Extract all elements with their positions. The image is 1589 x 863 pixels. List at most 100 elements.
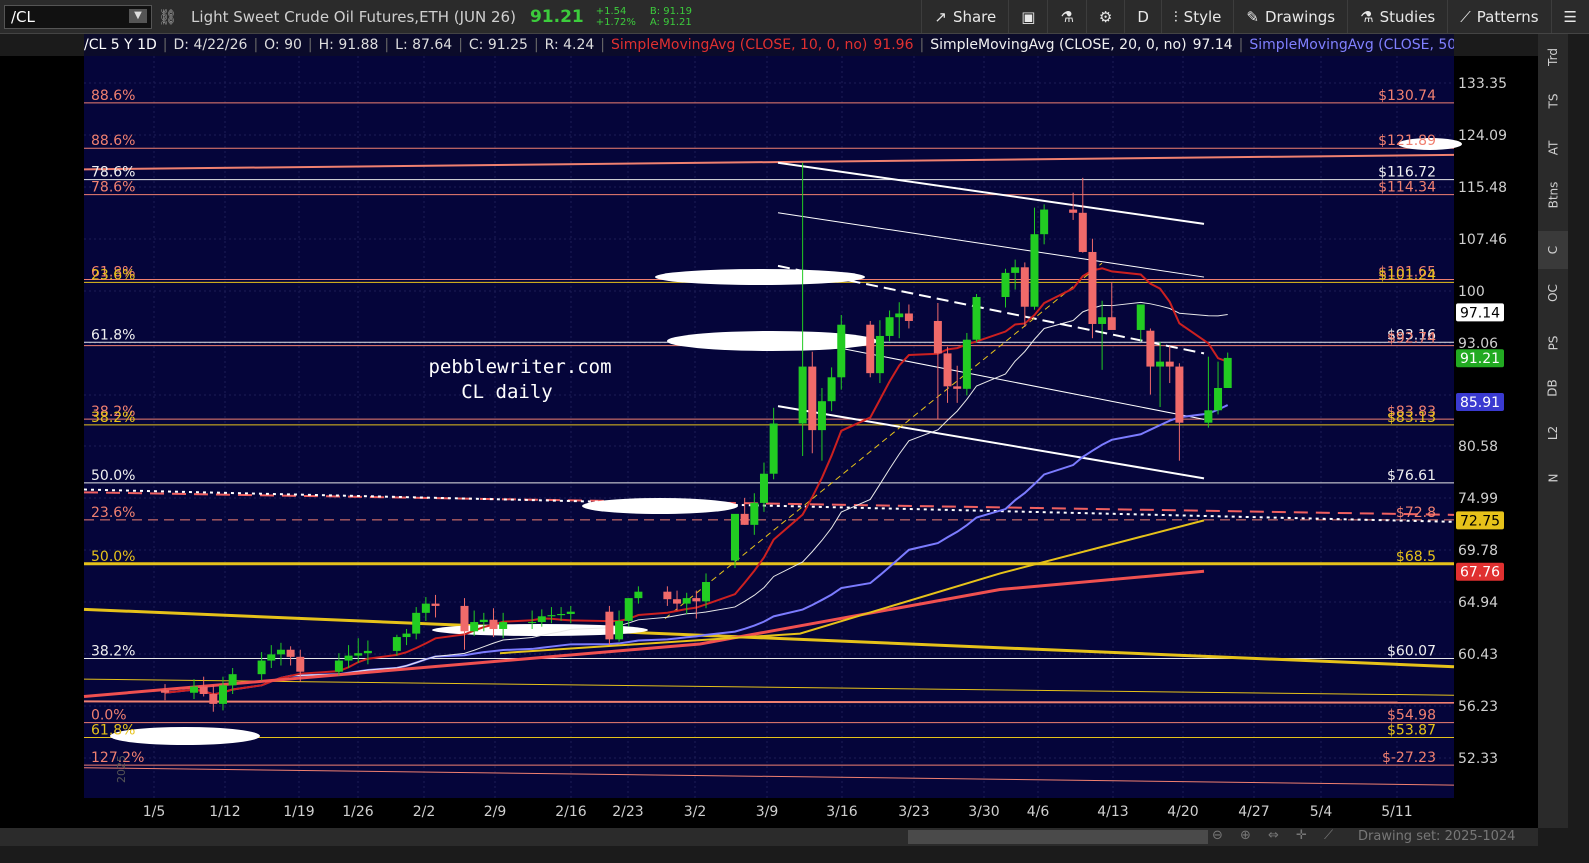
drawings-label: Drawings [1264,7,1336,26]
price-level-label: $101.24 [1378,267,1436,283]
candle-body [209,693,218,704]
studies-button[interactable]: ⚗ Studies [1347,0,1447,33]
sma20-value: 97.14 [1192,37,1233,53]
y-tick-label: 133.35 [1458,76,1507,92]
settings-button[interactable]: ⚙ [1085,0,1124,33]
right-tab-trd[interactable]: Trd [1538,38,1568,76]
right-tab-n[interactable]: N [1538,459,1568,497]
price-level-label: $72.8 [1396,505,1436,521]
candle-body [808,366,817,431]
x-tick-label: 1/19 [283,804,314,820]
candle-body [1088,251,1097,324]
price-badge-label: 97.14 [1460,305,1500,321]
candle-body [731,513,739,561]
menu-button[interactable]: ☰ [1550,0,1589,33]
candle-body [615,620,624,640]
crosshair-icon[interactable]: ✛ [1296,828,1307,843]
right-tab-label: AT [1545,140,1560,156]
candle-body [460,605,469,632]
flask-icon: ⚗ [1360,7,1374,26]
y-tick-label: 56.23 [1458,699,1498,715]
x-tick-label: 3/16 [826,804,858,820]
style-button[interactable]: ⫶ Style [1160,0,1233,33]
x-tick-label: 1/26 [342,804,374,820]
camera-icon: ▣ [1021,7,1036,26]
candle-body [199,686,208,694]
candle-body [962,339,971,389]
bid-value: B: 91.19 [649,5,692,17]
right-tab-btns[interactable]: Btns [1538,176,1568,214]
symbol-input[interactable]: /CL ▼ [4,4,152,29]
right-tab-at[interactable]: AT [1538,129,1568,167]
right-tab-label: N [1545,473,1560,483]
price-badge-label: 91.21 [1460,351,1500,367]
x-tick-label: 3/23 [898,804,929,820]
fib-percent-label: 61.8% [91,327,135,343]
y-axis: 133.35124.09115.48107.4610093.0680.5874.… [1456,76,1507,767]
flask-button[interactable]: ⚗ [1047,0,1085,33]
candle-body [692,598,701,602]
candle-body [663,591,672,600]
share-label: Share [952,7,997,26]
scroll-thumb[interactable] [908,830,1208,844]
candle-body [267,654,276,661]
price-level-label: $-27.23 [1382,750,1436,766]
candle-body [972,296,981,340]
right-tab-ps[interactable]: PS [1538,324,1568,362]
y-tick-label: 124.09 [1458,128,1507,144]
patterns-icon: ⟋ [1460,7,1471,26]
sma50-label[interactable]: SimpleMovingAvg (CLOSE, 50, 0, no) [1249,37,1454,53]
patterns-label: Patterns [1476,7,1539,26]
y-tick-label: 64.94 [1458,595,1498,611]
studies-label: Studies [1379,7,1436,26]
bid-ask: B: 91.19 A: 91.21 [650,6,692,28]
symbol-text: /CL [11,7,35,26]
candle-body [276,649,285,655]
zoom-in-icon[interactable]: ⊕ [1240,828,1251,843]
x-tick-label: 4/20 [1167,804,1198,820]
right-tab-l2[interactable]: L2 [1538,414,1568,452]
candle-body [547,615,556,617]
toolbar: /CL ▼ ⛓ Light Sweet Crude Oil Futures,ET… [0,0,1589,34]
candle-body [566,611,575,614]
y-tick-label: 60.43 [1458,647,1498,663]
drawings-button[interactable]: ✎ Drawings [1233,0,1347,33]
right-tab-c[interactable]: C [1538,231,1568,269]
candle-body [634,591,643,599]
ask-value: A: 91.21 [649,16,692,28]
patterns-button[interactable]: ⟋ Patterns [1447,0,1550,33]
highlight-ellipse [667,331,877,351]
ruler-icon[interactable]: ⟋ [1324,828,1333,843]
candle-body [479,619,488,623]
right-tab-ts[interactable]: TS [1538,82,1568,120]
x-tick-label: 1/5 [143,804,166,820]
zoom-out-icon[interactable]: ⊖ [1212,828,1223,843]
candle-body [402,633,411,638]
candle-body [817,401,826,431]
sma10-label[interactable]: SimpleMovingAvg (CLOSE, 10, 0, no) [611,37,867,53]
highlight-ellipse [582,498,738,514]
share-button[interactable]: ↗ Share [921,0,1008,33]
symbol-dropdown-icon[interactable]: ▼ [129,8,147,23]
candle-body [624,598,633,621]
y-tick-label: 69.78 [1458,543,1498,559]
price-chart[interactable]: $130.74$121.89$116.72$114.34$101.65$101.… [0,33,1538,828]
right-tab-label: L2 [1545,425,1560,441]
y-tick-label: 80.58 [1458,439,1498,455]
right-tab-db[interactable]: DB [1538,369,1568,407]
period-label: D [1137,7,1149,26]
period-button[interactable]: D [1124,0,1161,33]
price-badge-label: 85.91 [1460,395,1500,411]
x-axis: 1/5 1/12 1/19 1/26 2/2 2/9 2/16 2/23 3/2 3/9 3/16 3… [143,804,1413,820]
right-tab-oc[interactable]: OC [1538,274,1568,312]
candle-body [1223,357,1232,388]
chart-scrollbar[interactable]: ⊖ ⊕ ⇔ ✛ ⟋ [0,828,1538,846]
pan-icon[interactable]: ⇔ [1268,828,1279,843]
candle-body [837,324,846,378]
salmon-trendline-lower [83,700,1455,704]
fib-percent-label: 78.6% [91,165,135,181]
link-icon[interactable]: ⛓ [158,8,177,26]
sma20-label[interactable]: SimpleMovingAvg (CLOSE, 20, 0, no) [930,37,1186,53]
snapshot-button[interactable]: ▣ [1008,0,1047,33]
bar-high: H: 91.88 [318,37,379,53]
